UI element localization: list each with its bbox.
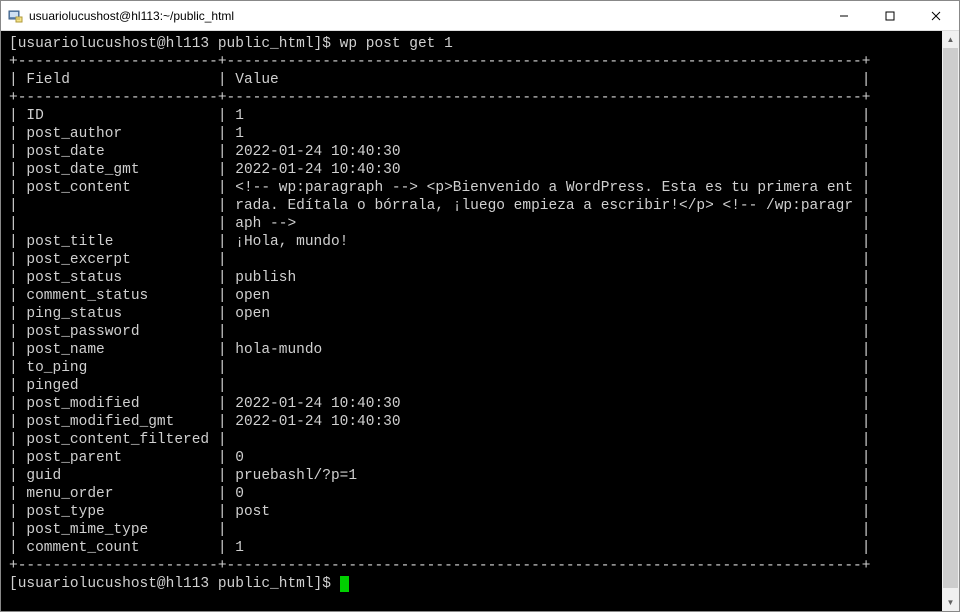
terminal-line: | post_title | ¡Hola, mundo! | [9,233,942,251]
window-controls [821,1,959,30]
terminal-line: | pinged | | [9,377,942,395]
terminal-line: | | aph --> | [9,215,942,233]
terminal-line: [usuariolucushost@hl113 public_html]$ wp… [9,35,942,53]
terminal-line: +-----------------------+---------------… [9,89,942,107]
terminal-line: | post_date_gmt | 2022-01-24 10:40:30 | [9,161,942,179]
maximize-button[interactable] [867,1,913,30]
terminal-output[interactable]: [usuariolucushost@hl113 public_html]$ wp… [1,31,942,611]
terminal-line: | post_type | post | [9,503,942,521]
terminal-line: | | rada. Edítala o bórrala, ¡luego empi… [9,197,942,215]
terminal-line: | guid | pruebashl/?p=1 | [9,467,942,485]
terminal-line: | menu_order | 0 | [9,485,942,503]
terminal-line: | post_name | hola-mundo | [9,341,942,359]
minimize-button[interactable] [821,1,867,30]
scroll-down-button[interactable]: ▼ [942,594,959,611]
terminal-line: | ID | 1 | [9,107,942,125]
putty-icon [7,8,23,24]
terminal-line: | ping_status | open | [9,305,942,323]
title-bar[interactable]: usuariolucushost@hl113:~/public_html [1,1,959,31]
terminal-line: | post_parent | 0 | [9,449,942,467]
terminal-area: [usuariolucushost@hl113 public_html]$ wp… [1,31,959,611]
terminal-line: +-----------------------+---------------… [9,53,942,71]
window-title: usuariolucushost@hl113:~/public_html [29,9,821,23]
cursor [340,576,349,592]
scroll-up-button[interactable]: ▲ [942,31,959,48]
app-window: usuariolucushost@hl113:~/public_html [us… [0,0,960,612]
terminal-line: | to_ping | | [9,359,942,377]
terminal-line: | post_mime_type | | [9,521,942,539]
terminal-line: +-----------------------+---------------… [9,557,942,575]
terminal-line: | post_password | | [9,323,942,341]
terminal-line: | post_status | publish | [9,269,942,287]
terminal-line: | comment_count | 1 | [9,539,942,557]
scroll-thumb[interactable] [943,48,958,588]
terminal-line: | post_excerpt | | [9,251,942,269]
terminal-line: | post_author | 1 | [9,125,942,143]
terminal-line: | comment_status | open | [9,287,942,305]
terminal-line: | post_modified_gmt | 2022-01-24 10:40:3… [9,413,942,431]
terminal-line: | post_content_filtered | | [9,431,942,449]
close-button[interactable] [913,1,959,30]
scrollbar[interactable]: ▲ ▼ [942,31,959,611]
prompt-line[interactable]: [usuariolucushost@hl113 public_html]$ [9,575,942,593]
terminal-line: | post_date | 2022-01-24 10:40:30 | [9,143,942,161]
terminal-line: | post_content | <!-- wp:paragraph --> <… [9,179,942,197]
terminal-line: | post_modified | 2022-01-24 10:40:30 | [9,395,942,413]
terminal-line: | Field | Value | [9,71,942,89]
